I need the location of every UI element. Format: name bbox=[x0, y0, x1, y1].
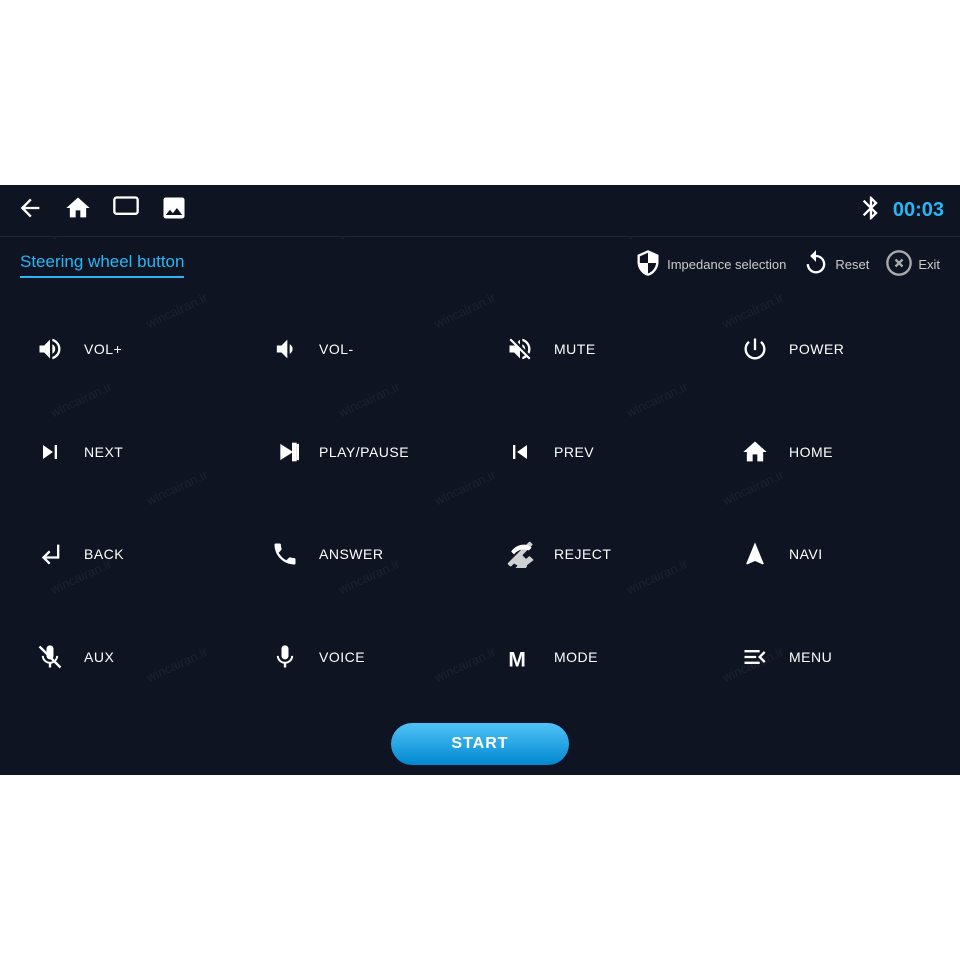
power-btn[interactable]: POWER bbox=[715, 298, 950, 401]
navi-label: NAVI bbox=[789, 546, 823, 562]
home-icon[interactable] bbox=[64, 194, 92, 228]
home-btn-icon bbox=[735, 438, 775, 466]
impedance-selection-btn[interactable]: Impedance selection bbox=[634, 249, 786, 280]
answer-icon bbox=[265, 540, 305, 568]
reject-icon bbox=[500, 540, 540, 568]
voice-label: VOICE bbox=[319, 649, 365, 665]
start-btn-container: START bbox=[0, 718, 960, 775]
reject-label: REJECT bbox=[554, 546, 611, 562]
mute-icon bbox=[500, 335, 540, 363]
power-icon bbox=[735, 335, 775, 363]
power-label: POWER bbox=[789, 341, 844, 357]
aux-label: AUX bbox=[84, 649, 114, 665]
mode-icon: M bbox=[500, 643, 540, 671]
mute-label: MUTE bbox=[554, 341, 596, 357]
reset-btn[interactable]: Reset bbox=[802, 249, 869, 280]
vol-down-icon bbox=[265, 335, 305, 363]
exit-icon bbox=[885, 249, 913, 280]
window-icon[interactable] bbox=[112, 194, 140, 228]
navi-icon bbox=[735, 540, 775, 568]
aux-icon bbox=[30, 643, 70, 671]
home-label: HOME bbox=[789, 444, 833, 460]
vol-plus-btn[interactable]: VOL+ bbox=[10, 298, 245, 401]
answer-btn[interactable]: ANSWER bbox=[245, 503, 480, 606]
vol-up-icon bbox=[30, 335, 70, 363]
play-pause-btn[interactable]: PLAY/PAUSE bbox=[245, 401, 480, 504]
bluetooth-icon bbox=[857, 194, 885, 227]
prev-btn[interactable]: PREV bbox=[480, 401, 715, 504]
mode-btn[interactable]: M MODE bbox=[480, 606, 715, 709]
topbar-right: 00:03 bbox=[857, 194, 944, 227]
voice-icon bbox=[265, 643, 305, 671]
shield-icon bbox=[634, 249, 662, 280]
reset-icon bbox=[802, 249, 830, 280]
topbar-left bbox=[16, 194, 188, 228]
vol-minus-label: VOL- bbox=[319, 341, 354, 357]
topbar: 00:03 bbox=[0, 185, 960, 237]
menu-icon bbox=[735, 643, 775, 671]
back-btn[interactable]: BACK bbox=[10, 503, 245, 606]
title-bar: Steering wheel button Impedance selectio… bbox=[0, 237, 960, 288]
play-pause-label: PLAY/PAUSE bbox=[319, 444, 409, 460]
main-area: wincairan.ir wincairan.ir wincairan.ir w… bbox=[0, 185, 960, 775]
prev-icon bbox=[500, 438, 540, 466]
title-actions: Impedance selection Reset Exit bbox=[634, 249, 940, 280]
voice-btn[interactable]: VOICE bbox=[245, 606, 480, 709]
back-btn-icon bbox=[30, 540, 70, 568]
svg-text:M: M bbox=[508, 648, 525, 671]
home-btn[interactable]: HOME bbox=[715, 401, 950, 504]
mute-btn[interactable]: MUTE bbox=[480, 298, 715, 401]
answer-label: ANSWER bbox=[319, 546, 383, 562]
aux-btn[interactable]: AUX bbox=[10, 606, 245, 709]
impedance-label: Impedance selection bbox=[667, 257, 786, 272]
menu-label: MENU bbox=[789, 649, 832, 665]
vol-minus-btn[interactable]: VOL- bbox=[245, 298, 480, 401]
image-icon[interactable] bbox=[160, 194, 188, 228]
back-label: BACK bbox=[84, 546, 124, 562]
next-btn[interactable]: NEXT bbox=[10, 401, 245, 504]
exit-btn[interactable]: Exit bbox=[885, 249, 940, 280]
play-pause-icon bbox=[265, 438, 305, 466]
start-button[interactable]: START bbox=[391, 723, 568, 765]
page-title: Steering wheel button bbox=[20, 252, 184, 278]
next-label: NEXT bbox=[84, 444, 123, 460]
back-icon[interactable] bbox=[16, 194, 44, 228]
navi-btn[interactable]: NAVI bbox=[715, 503, 950, 606]
prev-label: PREV bbox=[554, 444, 594, 460]
reject-btn[interactable]: REJECT bbox=[480, 503, 715, 606]
vol-plus-label: VOL+ bbox=[84, 341, 122, 357]
reset-label: Reset bbox=[835, 257, 869, 272]
next-icon bbox=[30, 438, 70, 466]
time-display: 00:03 bbox=[893, 199, 944, 222]
mode-label: MODE bbox=[554, 649, 598, 665]
menu-btn[interactable]: MENU bbox=[715, 606, 950, 709]
bottom-white-area bbox=[0, 775, 960, 960]
top-white-area bbox=[0, 0, 960, 185]
buttons-grid: VOL+ VOL- MUTE POWER bbox=[0, 288, 960, 718]
exit-label: Exit bbox=[918, 257, 940, 272]
